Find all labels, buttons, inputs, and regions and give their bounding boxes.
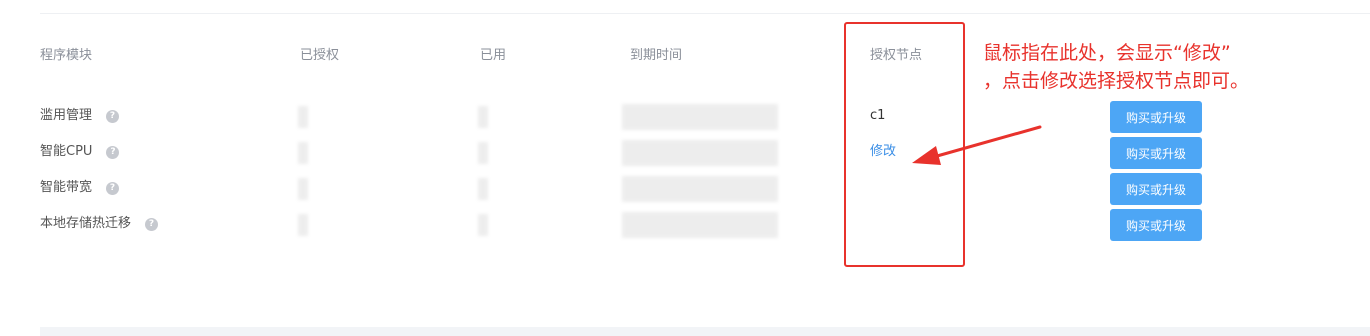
license-page: 程序模块 已授权 已用 到期时间 授权节点 滥用管理 ? 智能CPU ? 智能带…	[0, 0, 1370, 336]
annotation-text: 鼠标指在此处，会显示“修改” ，点击修改选择授权节点即可。	[983, 39, 1323, 95]
bottom-band	[40, 327, 1370, 336]
annotation-line-2: ，点击修改选择授权节点即可。	[983, 70, 1250, 92]
annotation-line-1: 鼠标指在此处，会显示“修改”	[983, 42, 1231, 64]
